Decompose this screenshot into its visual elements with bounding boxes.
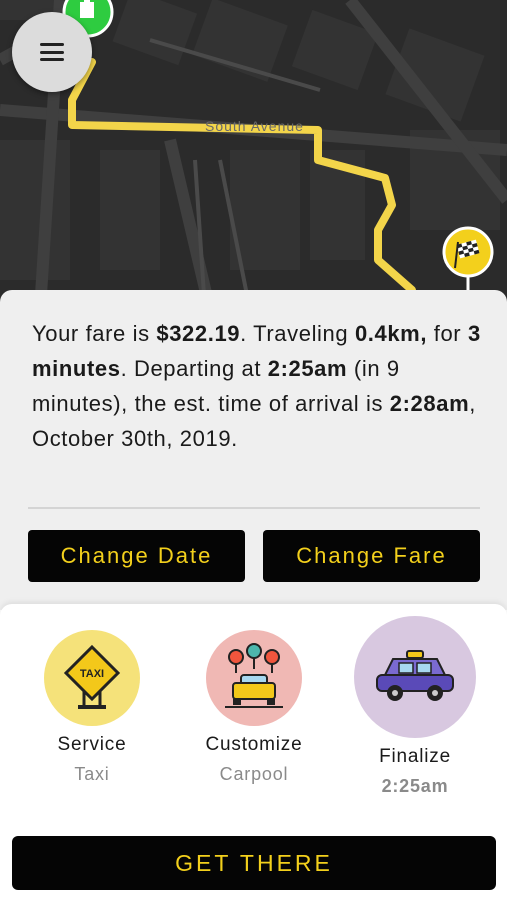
street-label: South Avenue bbox=[205, 118, 304, 134]
hamburger-icon bbox=[40, 43, 64, 61]
step-service-circle: TAXI bbox=[44, 630, 140, 726]
step-customize-subtitle: Carpool bbox=[219, 764, 289, 784]
fare-summary: Your fare is $322.19. Traveling 0.4km, f… bbox=[32, 321, 481, 451]
carpool-icon bbox=[225, 643, 283, 708]
step-finalize-title: Finalize bbox=[379, 746, 451, 767]
step-customize-title: Customize bbox=[205, 734, 303, 755]
fare-distance: 0.4km, bbox=[354, 321, 428, 346]
fare-price: $322.19 bbox=[156, 321, 241, 346]
step-service[interactable]: TAXI Service Taxi bbox=[32, 630, 152, 785]
divider bbox=[28, 507, 480, 509]
fare-panel: Your fare is $322.19. Traveling 0.4km, f… bbox=[0, 290, 507, 610]
step-finalize-circle bbox=[354, 616, 476, 738]
change-fare-button[interactable]: Change Fare bbox=[263, 530, 480, 582]
step-finalize[interactable]: Finalize 2:25am bbox=[354, 616, 476, 797]
step-finalize-subtitle: 2:25am bbox=[381, 776, 449, 796]
taxi-sign-icon: TAXI bbox=[63, 644, 121, 709]
step-service-title: Service bbox=[57, 734, 127, 755]
step-customize-circle bbox=[206, 630, 302, 726]
change-date-button[interactable]: Change Date bbox=[28, 530, 245, 582]
get-there-button[interactable]: GET THERE bbox=[12, 836, 496, 890]
menu-button[interactable] bbox=[12, 12, 92, 92]
car-icon bbox=[376, 650, 454, 701]
arrival-time: 2:28am bbox=[389, 391, 470, 416]
svg-text:TAXI: TAXI bbox=[80, 668, 104, 680]
step-service-subtitle: Taxi bbox=[74, 764, 110, 784]
depart-time: 2:25am bbox=[267, 356, 348, 381]
step-customize[interactable]: Customize Carpool bbox=[194, 630, 314, 785]
